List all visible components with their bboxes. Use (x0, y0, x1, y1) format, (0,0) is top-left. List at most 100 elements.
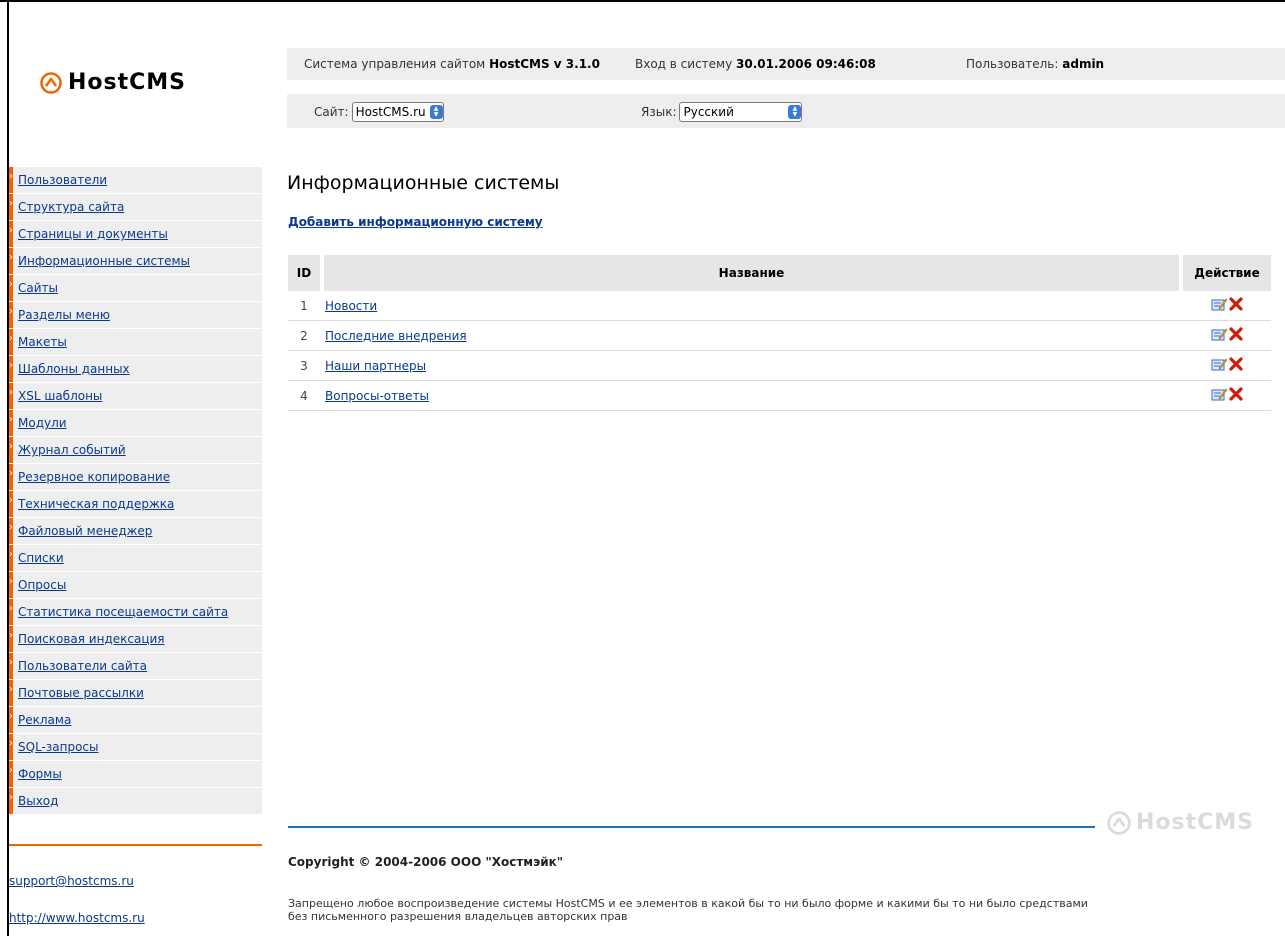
brand-logo[interactable]: HostCMS (40, 70, 186, 95)
sidebar-link[interactable]: Шаблоны данных (18, 362, 130, 376)
arrow-marker-icon (9, 680, 13, 706)
sidebar-item-users[interactable]: Пользователи (9, 167, 262, 194)
current-user: Пользователь: admin (966, 57, 1105, 71)
row-name-link[interactable]: Вопросы-ответы (325, 389, 429, 403)
sidebar-link[interactable]: Макеты (18, 335, 67, 349)
arrow-marker-icon (9, 167, 13, 193)
arrow-marker-icon (9, 383, 13, 409)
row-name-link[interactable]: Последние внедрения (325, 329, 467, 343)
sidebar-link[interactable]: XSL шаблоны (18, 389, 102, 403)
site-selector-group: Сайт: HostCMS.ru ▲ ▼ (314, 102, 444, 122)
sidebar-link[interactable]: Техническая поддержка (18, 497, 174, 511)
arrow-marker-icon (9, 356, 13, 382)
edit-icon[interactable] (1211, 357, 1227, 371)
sidebar-link[interactable]: Реклама (18, 713, 71, 727)
add-infosystem-link[interactable]: Добавить информационную систему (288, 215, 543, 229)
sidebar-item-infosystems[interactable]: Информационные системы (9, 248, 262, 275)
row-id: 3 (288, 350, 320, 381)
sidebar-link[interactable]: Почтовые рассылки (18, 686, 144, 700)
sidebar-link[interactable]: SQL-запросы (18, 740, 98, 754)
sidebar-link[interactable]: Сайты (18, 281, 58, 295)
sidebar-link[interactable]: Пользователи (18, 173, 107, 187)
sidebar-link[interactable]: Страницы и документы (18, 227, 168, 241)
sidebar-item-modules[interactable]: Модули (9, 410, 262, 437)
sidebar-link[interactable]: Списки (18, 551, 64, 565)
arrow-marker-icon (9, 761, 13, 787)
sidebar-item-pages[interactable]: Страницы и документы (9, 221, 262, 248)
arrow-marker-icon (9, 437, 13, 463)
delete-icon[interactable] (1229, 357, 1243, 371)
system-info-bar: Система управления сайтом HostCMS v 3.1.… (287, 48, 1285, 80)
sidebar-item-ads[interactable]: Реклама (9, 707, 262, 734)
sidebar-link[interactable]: Пользователи сайта (18, 659, 147, 673)
sidebar-item-file-manager[interactable]: Файловый менеджер (9, 518, 262, 545)
sidebar-link[interactable]: Модули (18, 416, 67, 430)
sidebar-link[interactable]: Журнал событий (18, 443, 126, 457)
arrow-marker-icon (9, 329, 13, 355)
page-title: Информационные системы (287, 172, 560, 194)
sidebar-link[interactable]: Разделы меню (18, 308, 110, 322)
sidebar-item-event-log[interactable]: Журнал событий (9, 437, 262, 464)
website-link[interactable]: http://www.hostcms.ru (9, 911, 145, 925)
sidebar-item-xsl[interactable]: XSL шаблоны (9, 383, 262, 410)
row-name-link[interactable]: Наши партнеры (325, 359, 426, 373)
sidebar-item-statistics[interactable]: Статистика посещаемости сайта (9, 599, 262, 626)
edit-icon[interactable] (1211, 327, 1227, 341)
sidebar-item-polls[interactable]: Опросы (9, 572, 262, 599)
language-select[interactable]: Русский ▲ ▼ (679, 102, 803, 122)
delete-icon[interactable] (1229, 327, 1243, 341)
table-row: 1 Новости (288, 291, 1271, 321)
select-arrows-icon: ▲ ▼ (429, 105, 443, 119)
arrow-marker-icon (9, 734, 13, 760)
arrow-marker-icon (9, 491, 13, 517)
sidebar-item-data-templates[interactable]: Шаблоны данных (9, 356, 262, 383)
delete-icon[interactable] (1229, 297, 1243, 311)
sidebar-link[interactable]: Формы (18, 767, 62, 781)
sidebar-link[interactable]: Файловый менеджер (18, 524, 152, 538)
sidebar-item-logout[interactable]: Выход (9, 788, 262, 815)
sidebar-link[interactable]: Информационные системы (18, 254, 190, 268)
system-version: Система управления сайтом HostCMS v 3.1.… (304, 57, 600, 71)
sidebar-item-mailings[interactable]: Почтовые рассылки (9, 680, 262, 707)
table-row: 3 Наши партнеры (288, 350, 1271, 381)
table-row: 4 Вопросы-ответы (288, 380, 1271, 411)
sidebar-item-sql[interactable]: SQL-запросы (9, 734, 262, 761)
language-selector-group: Язык: Русский ▲ ▼ (641, 102, 803, 122)
support-email-link[interactable]: support@hostcms.ru (9, 874, 134, 888)
sidebar-link[interactable]: Опросы (18, 578, 66, 592)
sidebar-item-search-index[interactable]: Поисковая индексация (9, 626, 262, 653)
sidebar-link[interactable]: Поисковая индексация (18, 632, 165, 646)
site-select[interactable]: HostCMS.ru ▲ ▼ (351, 102, 444, 122)
delete-icon[interactable] (1229, 387, 1243, 401)
sidebar-divider (9, 844, 262, 846)
sidebar-item-menus[interactable]: Разделы меню (9, 302, 262, 329)
arrow-marker-icon (9, 653, 13, 679)
language-label: Язык: (641, 105, 677, 119)
sidebar-link[interactable]: Выход (18, 794, 58, 808)
sidebar-nav: Пользователи Структура сайта Страницы и … (9, 167, 262, 815)
select-arrows-icon: ▲ ▼ (788, 105, 802, 119)
sidebar-item-site-structure[interactable]: Структура сайта (9, 194, 262, 221)
footer-divider (288, 826, 1095, 828)
sidebar-item-forms[interactable]: Формы (9, 761, 262, 788)
arrow-marker-icon (9, 599, 13, 625)
row-name-link[interactable]: Новости (325, 299, 377, 313)
arrow-marker-icon (9, 302, 13, 328)
edit-icon[interactable] (1211, 297, 1227, 311)
column-header-name[interactable]: Название (324, 255, 1179, 291)
sidebar-link[interactable]: Резервное копирование (18, 470, 170, 484)
column-header-action: Действие (1183, 255, 1271, 291)
sidebar-item-site-users[interactable]: Пользователи сайта (9, 653, 262, 680)
row-id: 4 (288, 380, 320, 411)
infosystems-table: ID Название Действие 1 Новости 2 Последн… (288, 255, 1271, 411)
sidebar-item-sites[interactable]: Сайты (9, 275, 262, 302)
sidebar-link[interactable]: Статистика посещаемости сайта (18, 605, 228, 619)
sidebar-link[interactable]: Структура сайта (18, 200, 124, 214)
sidebar-item-layouts[interactable]: Макеты (9, 329, 262, 356)
table-row: 2 Последние внедрения (288, 320, 1271, 351)
sidebar-item-lists[interactable]: Списки (9, 545, 262, 572)
sidebar-item-support[interactable]: Техническая поддержка (9, 491, 262, 518)
column-header-id[interactable]: ID (288, 255, 320, 291)
edit-icon[interactable] (1211, 387, 1227, 401)
sidebar-item-backup[interactable]: Резервное копирование (9, 464, 262, 491)
